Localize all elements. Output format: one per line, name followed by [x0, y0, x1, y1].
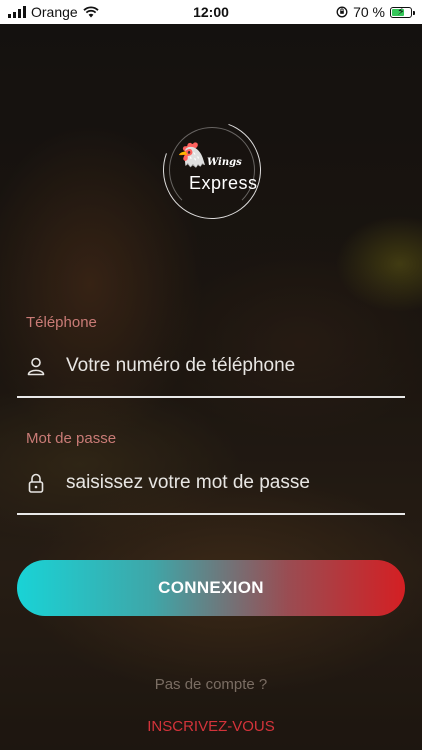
phone-label: Téléphone [26, 314, 97, 331]
login-button[interactable]: CONNEXION [17, 560, 405, 616]
no-account-text: Pas de compte ? [154, 676, 268, 693]
battery-charging-icon: ⚡ [390, 5, 415, 18]
phone-field[interactable] [26, 351, 406, 381]
chicken-mascot-icon: 🐔 [177, 142, 207, 169]
status-bar: Orange 12:00 70 % ⚡ [0, 0, 422, 24]
password-input[interactable] [64, 471, 406, 495]
logo-express-text: Express [189, 173, 258, 193]
lock-icon [28, 473, 44, 493]
charging-bolt-icon: ⚡ [397, 5, 405, 18]
battery-percent: 70 % [353, 4, 385, 20]
password-underline [17, 513, 405, 515]
password-label: Mot de passe [26, 430, 117, 447]
phone-input[interactable] [64, 354, 406, 378]
phone-underline [17, 396, 405, 398]
user-icon [27, 357, 45, 376]
logo-inner-ring [169, 127, 255, 213]
orientation-lock-icon [336, 6, 348, 18]
password-field[interactable] [26, 468, 406, 498]
register-link[interactable]: INSCRIVEZ-VOUS [0, 718, 422, 735]
status-right: 70 % ⚡ [336, 4, 415, 20]
logo-wings-text: Wings [207, 157, 242, 168]
wings-express-logo: 🐔 Wings Express [146, 104, 278, 236]
